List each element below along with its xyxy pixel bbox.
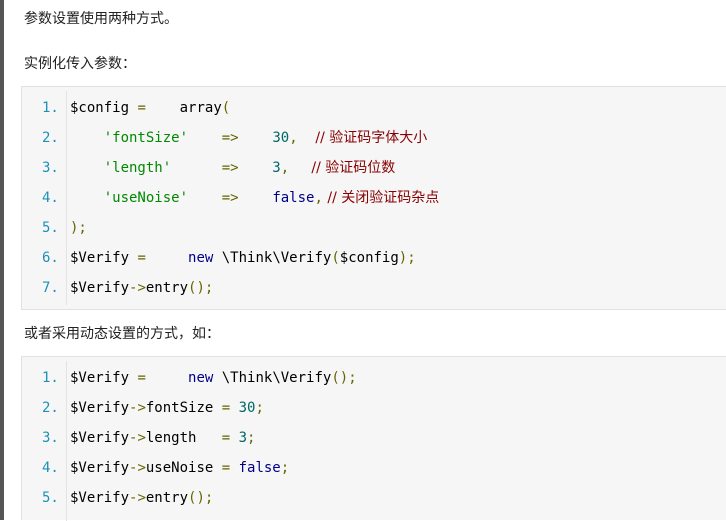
code-token: ); — [398, 250, 416, 266]
code-token: entry — [145, 280, 189, 296]
code-token: = — [221, 400, 239, 416]
code-text: $Verify->length = 3; — [70, 423, 255, 453]
code-text: ); — [70, 213, 87, 243]
code-token: $Verify — [70, 370, 130, 386]
code-token: \Think\Verify — [213, 250, 332, 266]
code-token: (); — [188, 280, 214, 296]
code-token: 30 — [247, 130, 290, 146]
code-token: (); — [188, 490, 214, 506]
code-token: 'fontSize' — [70, 130, 189, 146]
code-token: $Verify — [70, 490, 130, 506]
code-text: $Verify = new \Think\Verify($config); — [70, 243, 416, 273]
code-token: // 关闭验证码杂点 — [322, 190, 440, 206]
line-number: 6. — [42, 250, 59, 266]
code-token: ( — [331, 250, 340, 266]
code-block-config: 1. $config = array(2. 'fontSize' => 30, /… — [21, 86, 726, 310]
code-text: $Verify->entry(); — [70, 483, 213, 513]
line-number: 1. — [42, 370, 59, 386]
left-border — [0, 0, 4, 520]
code-text: 'length' => 3, // 验证码位数 — [70, 153, 396, 183]
code-token: => — [188, 190, 248, 206]
code-token: , — [314, 190, 323, 206]
line-number: 2. — [42, 400, 59, 416]
code-token: , — [280, 160, 290, 176]
code-token: $config — [70, 100, 130, 116]
code-token: , — [289, 130, 298, 146]
line-number: 4. — [42, 460, 59, 476]
code-text: $Verify->useNoise = false; — [70, 453, 289, 483]
code-token: $Verify — [70, 430, 130, 446]
line-number: 3. — [42, 160, 59, 176]
code-token: false — [238, 460, 281, 476]
code-token: // 验证码位数 — [289, 160, 396, 176]
code-token: new — [154, 370, 214, 386]
code-token: // 验证码字体大小 — [297, 130, 428, 146]
code-token: => — [171, 160, 248, 176]
code-token: -> — [129, 280, 146, 296]
line-number: 2. — [42, 130, 59, 146]
code-token: fontSize — [145, 400, 222, 416]
code-token: ); — [70, 220, 87, 236]
dynamic-heading: 或者采用动态设置的方式，如： — [24, 326, 220, 342]
code-token: $Verify — [70, 250, 130, 266]
code-token: array — [154, 100, 222, 116]
code-token: (); — [331, 370, 357, 386]
code-token: = — [129, 250, 155, 266]
code-block-dynamic: 1. $Verify = new \Think\Verify(); 2. $Verif… — [21, 356, 726, 521]
line-number: 5. — [42, 490, 59, 506]
code-token: 'length' — [70, 160, 172, 176]
line-number: 1. — [42, 100, 59, 116]
code-token: new — [154, 250, 214, 266]
code-token: -> — [129, 400, 146, 416]
gutter-divider — [66, 91, 67, 305]
code-token: $Verify — [70, 460, 130, 476]
code-token: = — [221, 430, 239, 446]
code-token: -> — [129, 490, 146, 506]
intro-text: 参数设置使用两种方式。 — [24, 11, 178, 27]
code-token: $config — [339, 250, 399, 266]
instantiate-heading: 实例化传入参数： — [24, 56, 136, 72]
code-token: length — [145, 430, 222, 446]
code-token: $Verify — [70, 280, 130, 296]
code-text: $Verify->fontSize = 30; — [70, 393, 264, 423]
code-token: ; — [247, 430, 256, 446]
code-token: ; — [255, 400, 264, 416]
gutter-divider — [66, 361, 67, 521]
code-token: = — [129, 100, 155, 116]
code-token: useNoise — [145, 460, 222, 476]
code-token: 3 — [247, 160, 281, 176]
code-token: entry — [145, 490, 189, 506]
code-text: $config = array( — [70, 93, 230, 123]
code-text: $Verify = new \Think\Verify(); — [70, 363, 357, 393]
code-token: $Verify — [70, 400, 130, 416]
code-token: ( — [221, 100, 231, 116]
code-token: = — [221, 460, 239, 476]
code-token: -> — [129, 460, 146, 476]
code-token: 30 — [238, 400, 256, 416]
line-number: 3. — [42, 430, 59, 446]
code-token: = — [129, 370, 155, 386]
code-token: 3 — [238, 430, 248, 446]
code-text: 'useNoise' => false, // 关闭验证码杂点 — [70, 183, 440, 213]
line-number: 7. — [42, 280, 59, 296]
code-token: -> — [129, 430, 146, 446]
code-token: false — [247, 190, 315, 206]
code-token: \Think\Verify — [213, 370, 332, 386]
code-text: 'fontSize' => 30, // 验证码字体大小 — [70, 123, 428, 153]
line-number: 5. — [42, 220, 59, 236]
code-token: ; — [280, 460, 290, 476]
code-token: 'useNoise' — [70, 190, 189, 206]
code-token: => — [188, 130, 248, 146]
line-number: 4. — [42, 190, 59, 206]
code-text: $Verify->entry(); — [70, 273, 213, 303]
